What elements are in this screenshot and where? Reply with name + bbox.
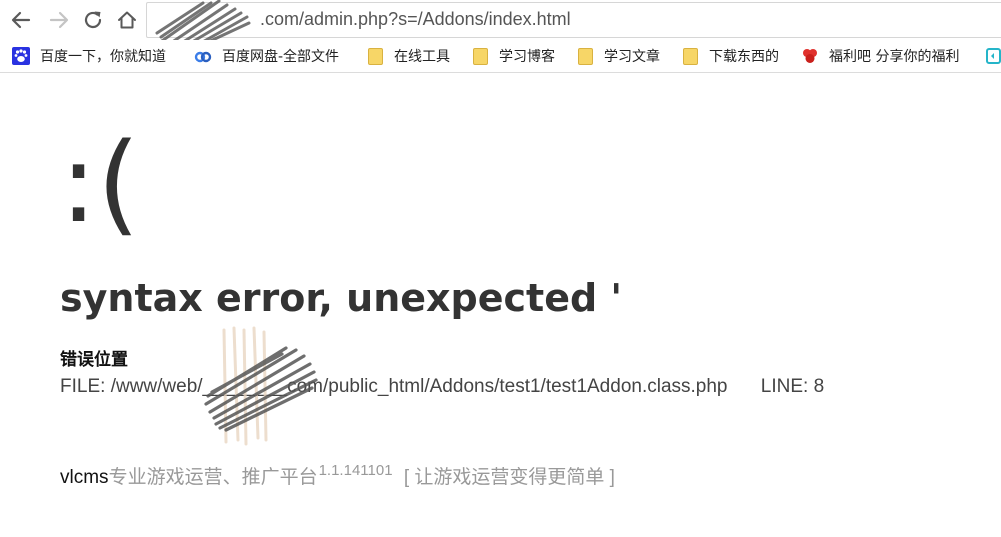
bookmark-folder-downloads[interactable]: 下载东西的 — [681, 46, 779, 66]
bookmark-folder-tools[interactable]: 在线工具 — [366, 46, 450, 66]
fuliba-icon — [801, 47, 819, 65]
line-number: 8 — [813, 376, 825, 397]
home-icon — [118, 11, 136, 29]
redaction-scribble — [204, 326, 318, 446]
bookmark-label: 在线工具 — [394, 49, 450, 65]
home-button[interactable] — [114, 7, 140, 33]
error-file-line: FILE: /www/web/________com/public_html/A… — [60, 376, 824, 398]
footer-brand: vlcms — [60, 467, 109, 488]
bookmark-overflow-icon[interactable] — [986, 46, 1001, 66]
bookmark-label: 百度网盘-全部文件 — [222, 49, 340, 65]
footer-version: 1.1.141101 — [318, 462, 393, 479]
bookmark-fuliba[interactable]: 福利吧 分享你的福利 — [801, 46, 976, 66]
folder-icon — [681, 47, 699, 65]
line-label: LINE: — [760, 376, 809, 397]
forward-button[interactable] — [46, 7, 72, 33]
url-text[interactable]: .com/admin.php?s=/Addons/index.html — [260, 9, 571, 30]
error-message: syntax error, unexpected ' — [60, 276, 623, 320]
bookmark-baidu[interactable]: 百度一下，你就知道 — [12, 46, 166, 66]
bookmark-label: 百度一下，你就知道 — [40, 49, 166, 65]
footer-tagline: 专业游戏运营、推广平台 — [108, 467, 318, 488]
footer-slogan: [ 让游戏运营变得更简单 ] — [403, 467, 615, 488]
folder-icon — [366, 47, 384, 65]
bookmark-label: 下载东西的 — [709, 49, 779, 65]
reload-icon — [84, 11, 102, 29]
file-label: FILE: — [60, 376, 106, 397]
baidu-paw-icon — [12, 47, 30, 65]
baidu-pan-icon — [194, 47, 212, 65]
forward-arrow-icon — [49, 11, 69, 29]
folder-icon — [576, 47, 594, 65]
address-bar[interactable]: .com/admin.php?s=/Addons/index.html — [146, 0, 1001, 55]
bookmark-label: 学习文章 — [604, 49, 660, 65]
bookmark-folder-articles[interactable]: 学习文章 — [576, 46, 660, 66]
error-location-label: 错误位置 — [60, 350, 128, 370]
bookmarks-bar: 百度一下，你就知道 百度网盘-全部文件 在线工具 学习博客 学习文章 下载东西的 — [0, 40, 1001, 73]
sad-face: :( — [60, 119, 140, 247]
back-arrow-icon — [11, 11, 31, 29]
bookmark-folder-blogs[interactable]: 学习博客 — [471, 46, 555, 66]
bookmark-baidu-pan[interactable]: 百度网盘-全部文件 — [194, 46, 339, 66]
bookmark-label: 福利吧 分享你的福利 — [829, 49, 960, 65]
footer: vlcms专业游戏运营、推广平台1.1.141101 [ 让游戏运营变得更简单 … — [60, 462, 615, 489]
reload-button[interactable] — [80, 7, 106, 33]
back-button[interactable] — [8, 7, 34, 33]
browser-toolbar: .com/admin.php?s=/Addons/index.html — [0, 0, 1001, 55]
bookmark-label: 学习博客 — [499, 49, 555, 65]
folder-icon — [471, 47, 489, 65]
